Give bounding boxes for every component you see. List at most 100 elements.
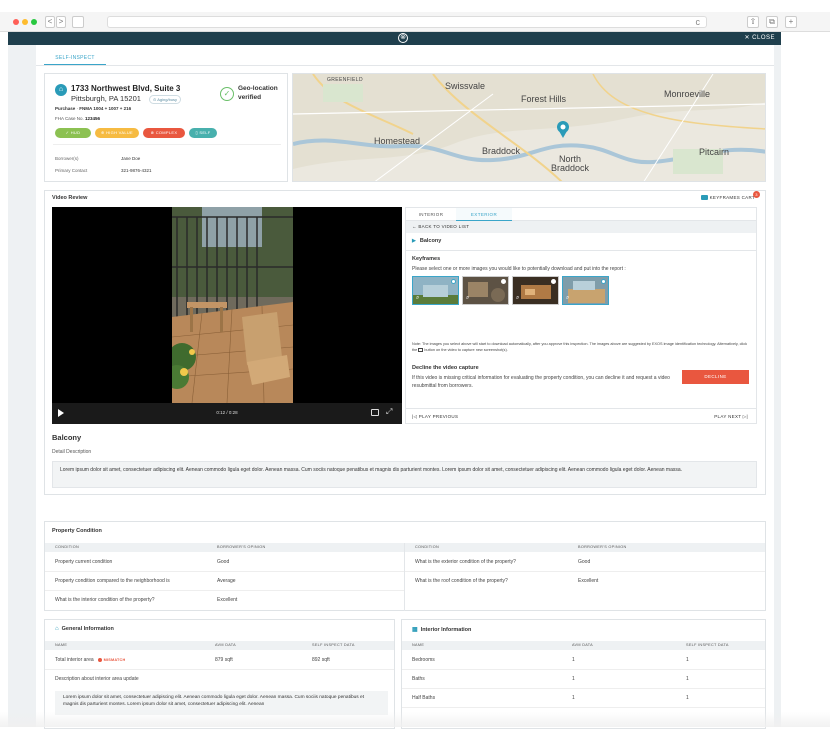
zoom-icon[interactable]: ⌕ <box>416 295 419 302</box>
reload-icon[interactable]: c <box>696 17 701 28</box>
location-map[interactable]: GREENFIELD Swissvale Forest Hills Monroe… <box>292 73 766 182</box>
video-side-panel: INTERIOR EXTERIOR ← BACK TO VIDEO LIST ▶… <box>405 207 757 424</box>
keyframe-thumb[interactable]: ⌕ <box>562 276 609 305</box>
new-tab-icon[interactable]: + <box>785 16 797 28</box>
capture-icon[interactable] <box>371 409 379 416</box>
description-label: Description about interior area update <box>55 676 139 682</box>
tab-self-inspect[interactable]: SELF-INSPECT <box>44 53 106 65</box>
app-topbar: ⊗ ✕ CLOSE <box>8 32 781 45</box>
video-tabs: INTERIOR EXTERIOR <box>406 208 756 221</box>
play-previous-button[interactable]: |◁ PLAY PREVIOUS <box>412 414 458 420</box>
sidebar-toggle-icon[interactable] <box>72 16 84 28</box>
column-header: NAME <box>55 643 68 647</box>
column-header: SELF INSPECT DATA <box>686 643 729 647</box>
tab-interior[interactable]: INTERIOR <box>406 208 456 221</box>
grid-icon: ▦ <box>412 627 418 633</box>
browser-toolbar: < > c ⇧ ⧉ + <box>0 12 830 32</box>
table-cell: Good <box>578 559 591 565</box>
divider <box>406 408 756 409</box>
detail-description: Lorem ipsum dolor sit amet, consectetuer… <box>52 461 757 488</box>
video-time: 0:12 / 0:28 <box>216 410 238 415</box>
thumb-check-icon <box>451 279 456 284</box>
decline-button[interactable]: DECLINE <box>682 370 749 384</box>
purchase-value: FNMA 1004 + 1007 + 216 <box>79 106 132 111</box>
table-cell: Excellent <box>217 597 238 603</box>
general-info-title-text: General Information <box>61 626 114 632</box>
close-window-dot[interactable] <box>13 19 19 25</box>
camera-icon <box>418 347 424 352</box>
column-header: AVM DATA <box>215 643 236 647</box>
back-to-video-list-link[interactable]: ← BACK TO VIDEO LIST <box>406 221 756 233</box>
decline-title: Decline the video capture <box>412 365 479 371</box>
mismatch-label: MISMATCH <box>103 658 126 662</box>
divider <box>404 543 405 611</box>
minimize-window-dot[interactable] <box>22 19 28 25</box>
table-cell: What is the interior condition of the pr… <box>55 597 155 603</box>
note-tail: button on the video to capture new scree… <box>424 347 508 352</box>
cart-icon <box>700 195 708 201</box>
table-cell: What is the roof condition of the proper… <box>415 578 508 584</box>
table-cell: Good <box>217 559 230 565</box>
borrowers-label: Borrower(s) <box>55 156 79 161</box>
map-label: Homestead <box>374 136 421 146</box>
zoom-icon[interactable]: ⌕ <box>566 295 569 302</box>
table-cell: Total interior area MISMATCH <box>55 657 125 663</box>
column-header: SELF INSPECT DATA <box>312 643 355 647</box>
keyframe-thumb[interactable]: ⌕ <box>512 276 559 305</box>
address-line2: Pittsburgh, PA 15201 <box>71 94 141 103</box>
keyframe-thumb[interactable]: ⌕ <box>462 276 509 305</box>
main-content: SELF-INSPECT ⌂ 1733 Northwest Blvd, Suit… <box>36 45 774 729</box>
divider <box>45 688 394 689</box>
badge-self: ▯ SELF <box>189 128 217 138</box>
fullscreen-icon[interactable]: ⤢ <box>386 407 392 417</box>
table-cell: What is the exterior condition of the pr… <box>415 559 516 565</box>
property-condition-panel: Property Condition CONDITION BORROWER'S … <box>44 521 766 611</box>
keyframes-cart-button[interactable]: KEYFRAMES CART 3 <box>700 191 760 201</box>
decline-desc: If this video is missing critical inform… <box>412 375 670 389</box>
exos-logo-icon: ⊗ <box>398 33 408 43</box>
video-controls: 0:12 / 0:28 ⤢ <box>52 403 402 424</box>
share-icon[interactable]: ⇧ <box>747 16 759 28</box>
video-review-title: Video Review <box>52 195 88 201</box>
contact-value: 321-9876-4321 <box>121 168 152 173</box>
page-frame: SELF-INSPECT ⌂ 1733 Northwest Blvd, Suit… <box>8 45 781 729</box>
video-player[interactable]: 0:12 / 0:28 ⤢ <box>52 207 402 424</box>
keyframe-thumb[interactable]: ⌕ <box>412 276 459 305</box>
table-cell: Half Baths <box>412 695 436 701</box>
divider <box>45 571 404 572</box>
house-icon: ⌂ <box>55 84 67 96</box>
map-label: Swissvale <box>445 81 486 91</box>
maximize-window-dot[interactable] <box>31 19 37 25</box>
geo-status: Geo-location verified <box>238 85 278 101</box>
divider <box>45 669 394 670</box>
video-name-text: Balcony <box>419 238 442 244</box>
tabs-icon[interactable]: ⧉ <box>766 16 778 28</box>
interior-info-title: ▦ Interior Information <box>412 626 471 633</box>
divider <box>406 250 756 251</box>
map-label: Monroeville <box>664 89 711 99</box>
home-icon: ⌂ <box>55 626 59 632</box>
fha-value: 123456 <box>85 116 101 121</box>
badge-high-value: ⊕ HIGH VALUE <box>95 128 139 138</box>
thumb-check-icon <box>551 279 556 284</box>
address-bar[interactable]: c <box>107 16 707 28</box>
back-icon[interactable]: < <box>45 16 55 28</box>
zoom-icon[interactable]: ⌕ <box>466 295 469 302</box>
play-next-button[interactable]: PLAY NEXT ▷| <box>714 414 748 420</box>
map-label: Pitcairn <box>699 147 730 157</box>
aging-badge: ⊙ Aging/busy <box>149 95 182 104</box>
forward-icon[interactable]: > <box>56 16 66 28</box>
table-cell: 1 <box>572 657 575 663</box>
play-triangle-icon: ▶ <box>412 238 416 244</box>
thumb-check-icon <box>501 279 506 284</box>
close-button[interactable]: ✕ CLOSE <box>744 34 775 41</box>
interior-table-header: NAME AVM DATA SELF INSPECT DATA <box>402 641 765 650</box>
divider <box>36 65 774 66</box>
tab-exterior[interactable]: EXTERIOR <box>456 208 512 221</box>
zoom-icon[interactable]: ⌕ <box>516 295 519 302</box>
divider <box>402 707 765 708</box>
fha-label: FHA Case No. <box>55 116 84 121</box>
condition-table-header: CONDITION BORROWER'S OPINION CONDITION B… <box>45 543 765 552</box>
property-card: ⌂ 1733 Northwest Blvd, Suite 3 Pittsburg… <box>44 73 288 182</box>
table-cell: Average <box>217 578 236 584</box>
